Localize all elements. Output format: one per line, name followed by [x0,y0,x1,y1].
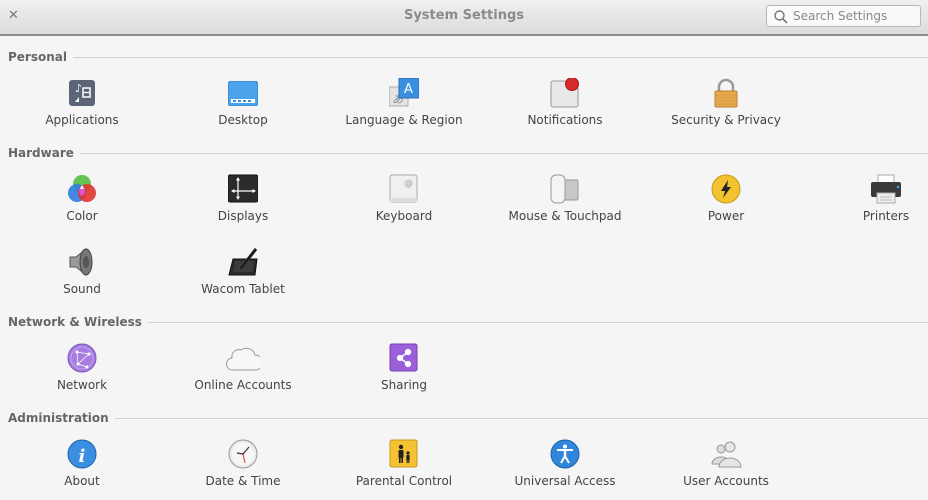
svg-text:i: i [79,446,86,467]
settings-item-label: Universal Access [514,474,616,488]
share-icon [389,343,419,373]
printer-icon [871,174,901,204]
cloud-icon [226,343,260,373]
displays-icon [228,174,258,204]
settings-item-label: Wacom Tablet [201,282,285,296]
section-header-hardware: Hardware [8,145,928,161]
settings-item-label: Applications [45,113,119,127]
accessibility-icon [550,439,580,469]
settings-item-label: Color [66,209,98,223]
search-input[interactable] [793,7,917,25]
settings-item-displays[interactable]: Displays [163,174,323,223]
divider [114,417,928,419]
settings-item-label: Online Accounts [194,378,292,392]
section-header-administration: Administration [8,410,928,426]
svg-text:@: @ [404,179,413,189]
settings-item-label: Desktop [218,113,268,127]
settings-item-network[interactable]: Network [2,343,162,392]
settings-item-color[interactable]: Color [2,174,162,223]
section-header-personal: Personal [8,49,928,65]
settings-item-label: Printers [862,209,910,223]
settings-item-label: Parental Control [355,474,453,488]
settings-item-notifications[interactable]: Notifications [485,78,645,127]
settings-item-date-time[interactable]: Date & Time [163,439,323,488]
settings-item-label: Power [707,209,745,223]
settings-item-label: Displays [217,209,269,223]
info-icon: i [67,439,97,469]
tablet-icon [228,247,258,277]
settings-item-universal-access[interactable]: Universal Access [485,439,645,488]
settings-item-label: Language & Region [345,113,463,127]
section-title: Hardware [8,146,74,160]
divider [147,321,928,323]
settings-item-label: Date & Time [205,474,281,488]
settings-item-sound[interactable]: Sound [2,247,162,296]
settings-item-label: Mouse & Touchpad [508,209,622,223]
settings-item-label: Sound [63,282,101,296]
settings-item-label: About [64,474,100,488]
close-button[interactable]: ✕ [8,8,22,24]
settings-item-about[interactable]: i About [2,439,162,488]
svg-text:♪: ♪ [75,82,82,95]
section-title: Administration [8,411,109,425]
settings-item-label: Notifications [527,113,603,127]
section-header-network-wireless: Network & Wireless [8,314,928,330]
mouse-icon [550,174,580,204]
search-field[interactable] [766,5,921,27]
settings-item-wacom-tablet[interactable]: Wacom Tablet [163,247,323,296]
settings-item-sharing[interactable]: Sharing [324,343,484,392]
section-title: Personal [8,50,67,64]
settings-item-keyboard[interactable]: @ Keyboard [324,174,484,223]
settings-item-desktop[interactable]: Desktop [163,78,323,127]
speaker-icon [67,247,97,277]
settings-item-user-accounts[interactable]: User Accounts [646,439,806,488]
svg-text:A: A [404,82,413,97]
lock-icon [711,78,741,108]
settings-item-label: Network [56,378,108,392]
settings-item-label: Security & Privacy [671,113,781,127]
color-icon [67,174,97,204]
search-icon [774,10,788,24]
desktop-icon [228,78,258,108]
keyboard-icon: @ [389,174,419,204]
settings-item-language-region[interactable]: あA Language & Region [324,78,484,127]
settings-content: Personal ♪ Applications Desktop あA Langu… [0,36,928,500]
divider [73,56,928,58]
settings-item-power[interactable]: Power [646,174,806,223]
power-icon [711,174,741,204]
settings-item-label: User Accounts [683,474,769,488]
settings-item-label: Keyboard [375,209,433,223]
divider [79,152,928,154]
settings-item-mouse-touchpad[interactable]: Mouse & Touchpad [485,174,645,223]
users-icon [711,439,742,469]
settings-item-security-privacy[interactable]: Security & Privacy [646,78,806,127]
notifications-icon [550,78,580,108]
clock-icon [228,439,258,469]
settings-item-printers[interactable]: Printers [806,174,928,223]
language-icon: あA [389,78,419,108]
settings-item-parental-control[interactable]: Parental Control [324,439,484,488]
settings-item-applications[interactable]: ♪ Applications [2,78,162,127]
settings-item-label: Sharing [380,378,428,392]
section-title: Network & Wireless [8,315,142,329]
title-bar: ✕ System Settings [0,0,928,36]
settings-item-online-accounts[interactable]: Online Accounts [163,343,323,392]
close-icon: ✕ [8,8,19,23]
network-icon [67,343,97,373]
parental-icon [389,439,419,469]
applications-icon: ♪ [67,78,97,108]
